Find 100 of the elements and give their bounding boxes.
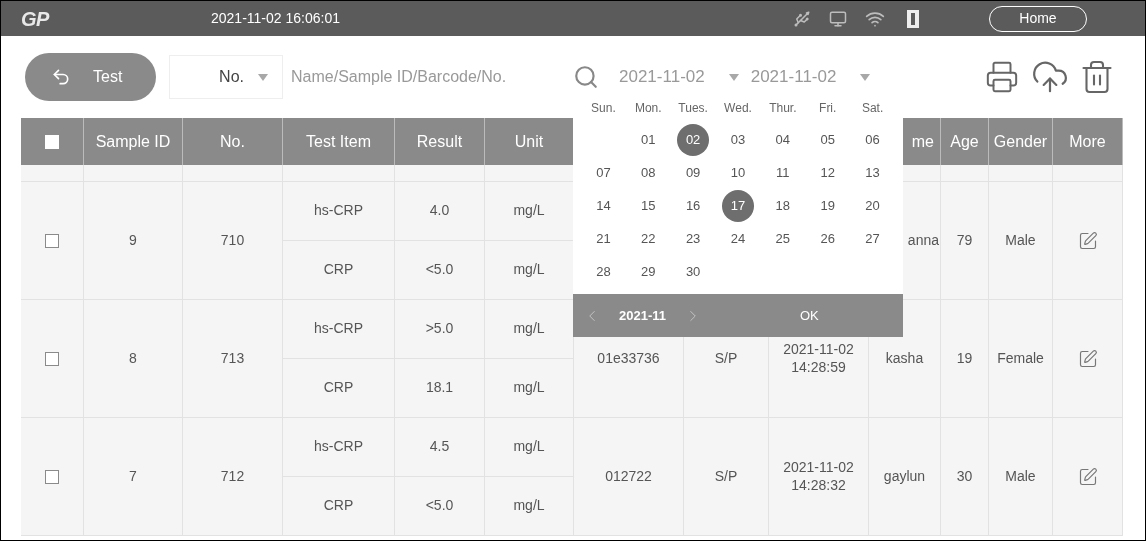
- table-cell: mg/L: [513, 497, 545, 515]
- calendar-day[interactable]: 20: [856, 190, 889, 222]
- table-cell: mg/L: [513, 320, 545, 338]
- network-icon: [829, 9, 847, 28]
- calendar-day[interactable]: 10: [722, 157, 754, 189]
- table-cell: mg/L: [513, 261, 545, 279]
- calendar-day[interactable]: 14: [587, 190, 620, 222]
- weekday-label: Sat.: [860, 100, 885, 117]
- weekday-label: Wed.: [723, 100, 753, 117]
- calendar-day[interactable]: 15: [632, 190, 665, 222]
- table-cell: >5.0: [425, 320, 454, 338]
- column-header: Age: [950, 131, 979, 152]
- column-header: No.: [220, 131, 245, 152]
- calendar-day[interactable]: 17: [722, 190, 754, 222]
- table-cell: Male: [1005, 467, 1036, 486]
- column-header: Test Item: [306, 131, 371, 152]
- caret-icon: [258, 73, 268, 81]
- table-cell: 8: [129, 349, 137, 368]
- back-icon: [51, 67, 71, 87]
- table-cell: 713: [220, 349, 245, 368]
- calendar-day[interactable]: 06: [856, 124, 889, 156]
- calendar-day[interactable]: 26: [811, 223, 844, 255]
- calendar-day[interactable]: 04: [766, 124, 799, 156]
- table-cell: Male: [1005, 231, 1036, 250]
- calendar-day[interactable]: 12: [811, 157, 844, 189]
- table-cell: 2021-11-02 14:28:59: [783, 341, 854, 376]
- calendar-day[interactable]: 19: [811, 190, 844, 222]
- table-cell: <5.0: [425, 497, 454, 515]
- table-cell: hs-CRP: [314, 202, 363, 220]
- calendar-day[interactable]: 02: [677, 124, 710, 156]
- table-cell: 19: [956, 349, 973, 368]
- calendar-day[interactable]: 01: [632, 124, 665, 156]
- table-cell: S/P: [714, 349, 738, 368]
- table-cell: mg/L: [513, 202, 545, 220]
- table-cell: gaylun: [883, 467, 926, 486]
- calendar-day[interactable]: 08: [632, 157, 665, 189]
- table-cell: 712: [220, 467, 245, 486]
- search-field[interactable]: Name/Sample ID/Barcode/No.: [291, 57, 571, 97]
- table-cell: kasha: [885, 349, 924, 368]
- calendar-day[interactable]: 30: [677, 256, 710, 288]
- calendar-day[interactable]: 21: [587, 223, 620, 255]
- table-cell: CRP: [323, 261, 354, 279]
- checkbox[interactable]: [45, 233, 59, 248]
- table-cell: mg/L: [513, 379, 545, 397]
- table-cell: 4.0: [429, 202, 450, 220]
- calendar-day[interactable]: 28: [587, 256, 620, 288]
- calendar-day[interactable]: 09: [677, 157, 710, 189]
- column-header: Result: [416, 131, 463, 152]
- calendar-day[interactable]: 25: [766, 223, 799, 255]
- edit-icon[interactable]: [1077, 230, 1098, 251]
- weekday-label: Fri.: [818, 100, 838, 117]
- calendar-day[interactable]: 29: [632, 256, 665, 288]
- calendar-day[interactable]: 11: [766, 157, 799, 189]
- weekday-label: Sun.: [590, 100, 617, 117]
- table-cell: <5.0: [425, 261, 454, 279]
- table-cell: 9: [129, 231, 137, 250]
- calendar-day[interactable]: 05: [811, 124, 844, 156]
- table-cell: 30: [956, 467, 973, 486]
- weekday-label: Thur.: [768, 100, 798, 117]
- calendar-day[interactable]: 16: [677, 190, 710, 222]
- checkbox[interactable]: [45, 469, 59, 484]
- calendar-day[interactable]: 18: [766, 190, 799, 222]
- column-header: Unit: [514, 131, 544, 152]
- table-cell: CRP: [323, 497, 354, 515]
- search-icon[interactable]: [573, 64, 599, 90]
- column-header: Gender: [993, 131, 1048, 152]
- battery-icon: [907, 9, 919, 28]
- calendar-day[interactable]: 13: [856, 157, 889, 189]
- edit-icon[interactable]: [1077, 466, 1098, 487]
- table-cell: 012722: [605, 467, 652, 486]
- column-header: me: [911, 131, 934, 152]
- table-cell: 7: [129, 467, 137, 486]
- column-header: More: [1069, 131, 1106, 152]
- calendar-day[interactable]: 27: [856, 223, 889, 255]
- checkbox[interactable]: [45, 351, 59, 366]
- edit-icon[interactable]: [1077, 348, 1098, 369]
- search-type-dropdown[interactable]: No.: [169, 55, 283, 99]
- column-header: Sample ID: [95, 131, 171, 152]
- caret-icon: [728, 73, 739, 81]
- table-cell: 79: [956, 231, 973, 250]
- table-cell: hs-CRP: [314, 438, 363, 456]
- calendar-day[interactable]: 24: [722, 223, 754, 255]
- table-cell: mg/L: [513, 438, 545, 456]
- calendar-day[interactable]: 22: [632, 223, 665, 255]
- weekday-label: Mon.: [633, 100, 663, 117]
- calendar-day[interactable]: 23: [677, 223, 710, 255]
- month-label: 2021-11: [619, 306, 666, 325]
- table-cell: CRP: [323, 379, 354, 397]
- calendar-day[interactable]: 07: [587, 157, 620, 189]
- print-icon[interactable]: [985, 60, 1019, 94]
- table-cell: 01e33736: [597, 349, 660, 368]
- table-cell: Female: [997, 349, 1044, 368]
- table-cell: 18.1: [425, 379, 454, 397]
- table-cell: hs-CRP: [314, 320, 363, 338]
- table-cell: anna: [907, 231, 939, 250]
- usb-icon: [793, 9, 811, 28]
- datetime: 2021-11-02 16:06:01: [211, 9, 340, 28]
- table-cell: 4.5: [429, 438, 450, 456]
- caret-icon: [860, 73, 871, 81]
- calendar-day[interactable]: 03: [722, 124, 754, 156]
